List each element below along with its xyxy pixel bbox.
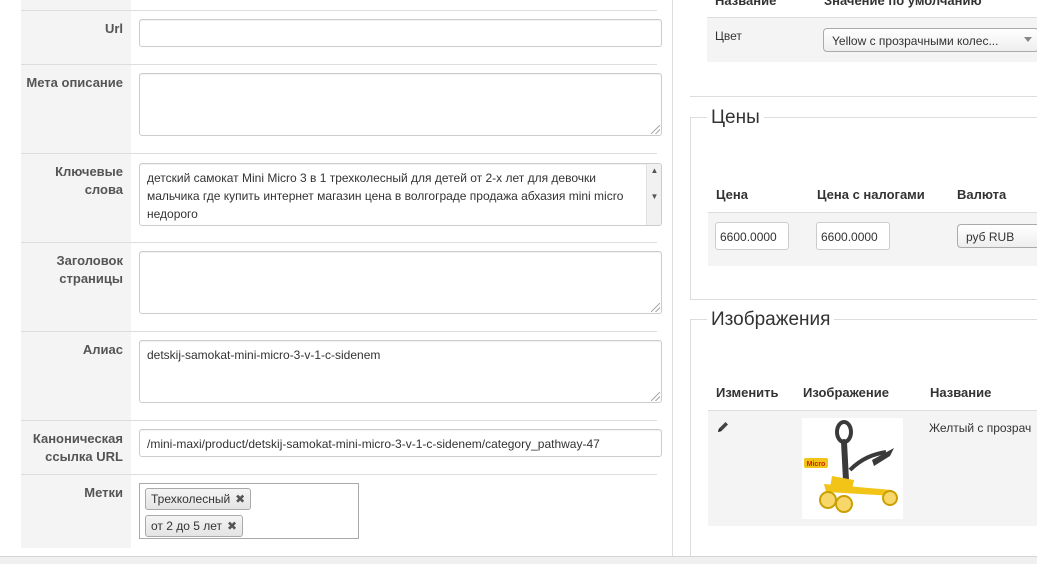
tag-chip: Трехколесный ✖ [145, 488, 252, 510]
tag-chip: от 2 до 5 лет ✖ [145, 515, 244, 537]
keywords-scrollbar[interactable]: ▲ ▼ [646, 164, 661, 225]
price-tax-input[interactable]: 6600.0000 [816, 222, 890, 250]
form-label-empty [21, 0, 131, 10]
form-row-top-partial [21, 0, 657, 10]
attributes-table: Название Значение по умолчанию Цвет Yell… [707, 0, 1037, 62]
attributes-divider [690, 96, 1037, 97]
form-row-keywords: Ключевые слова детский самокат Mini Micr… [21, 153, 662, 242]
form-row-meta: Мета описание [21, 64, 662, 153]
bottom-scrollbar[interactable] [0, 556, 1037, 564]
prices-row: 6600.0000 6600.0000 руб RUB [708, 212, 1037, 266]
attributes-table-header: Название Значение по умолчанию [707, 0, 1037, 18]
currency-select[interactable]: руб RUB [957, 224, 1037, 248]
product-thumbnail[interactable]: Micro [802, 418, 903, 519]
meta-description-textarea[interactable] [139, 73, 662, 136]
attribute-row-name: Цвет [715, 29, 742, 43]
form-row-page-title: Заголовок страницы [21, 242, 662, 331]
tags-input[interactable]: Трехколесный ✖ от 2 до 5 лет ✖ [139, 483, 359, 539]
resize-grip-icon[interactable] [651, 392, 660, 401]
resize-grip-icon[interactable] [651, 125, 660, 134]
form-row-url: Url [21, 10, 662, 64]
prices-fieldset: Цены Цена Цена с налогами Валюта 6600.00… [690, 106, 1037, 300]
price-input[interactable]: 6600.0000 [715, 222, 789, 250]
image-row-name: Желтый с прозрач [929, 421, 1032, 435]
product-meta-form: Url Мета описание Ключевые слова детский… [0, 0, 673, 556]
keywords-textarea[interactable]: детский самокат Mini Micro 3 в 1 трехкол… [139, 163, 662, 226]
images-fieldset: Изображения Изменить Изображение Названи… [690, 308, 1037, 559]
alias-value: detskij-samokat-mini-micro-3-v-1-c-siden… [147, 348, 381, 362]
page-title-textarea[interactable] [139, 251, 662, 314]
page-title-label: Заголовок страницы [21, 243, 131, 331]
scroll-down-icon[interactable]: ▼ [647, 190, 661, 204]
attributes-col-default: Значение по умолчанию [824, 0, 982, 8]
form-row-canonical: Каноническая ссылка URL /mini-maxi/produ… [21, 420, 662, 474]
thumb-brand-text: Micro [807, 461, 826, 468]
resize-grip-icon[interactable] [651, 303, 660, 312]
image-name-col-header: Название [930, 385, 992, 400]
scooter-image: Micro [804, 420, 898, 513]
attribute-value-selected: Yellow с прозрачными колес... [832, 34, 999, 48]
pencil-icon[interactable] [716, 420, 730, 434]
remove-tag-icon[interactable]: ✖ [227, 519, 237, 533]
form-row-alias: Алиас detskij-samokat-mini-micro-3-v-1-c… [21, 331, 662, 420]
attributes-col-name: Название [715, 0, 777, 8]
canonical-url-input[interactable]: /mini-maxi/product/detskij-samokat-mini-… [139, 429, 662, 457]
alias-label: Алиас [21, 332, 131, 420]
image-col-header: Изображение [803, 385, 889, 400]
url-label: Url [21, 11, 131, 64]
currency-selected: руб RUB [966, 230, 1015, 244]
keywords-label: Ключевые слова [21, 154, 131, 242]
canonical-url-label: Каноническая ссылка URL [21, 421, 131, 474]
tag-chip-label: Трехколесный [151, 492, 231, 506]
prices-legend: Цены [707, 106, 764, 130]
tag-chip-label: от 2 до 5 лет [151, 519, 223, 533]
attribute-value-select[interactable]: Yellow с прозрачными колес... [823, 28, 1037, 52]
scroll-up-icon[interactable]: ▲ [647, 164, 661, 178]
keywords-value: детский самокат Mini Micro 3 в 1 трехкол… [147, 171, 624, 221]
alias-textarea[interactable]: detskij-samokat-mini-micro-3-v-1-c-siden… [139, 340, 662, 403]
price-tax-col-header: Цена с налогами [817, 187, 925, 202]
form-row-tags: Метки Трехколесный ✖ от 2 до 5 лет ✖ [21, 474, 657, 548]
url-input[interactable] [139, 19, 662, 47]
image-edit-col-header: Изменить [716, 385, 779, 400]
tags-label: Метки [21, 475, 131, 548]
remove-tag-icon[interactable]: ✖ [235, 492, 245, 506]
price-col-header: Цена [716, 187, 748, 202]
images-legend: Изображения [707, 308, 835, 332]
image-row: Micro Желтый с прозрач [708, 410, 1037, 526]
right-panel: Название Значение по умолчанию Цвет Yell… [674, 0, 1037, 559]
chevron-down-icon [1024, 37, 1032, 42]
currency-col-header: Валюта [957, 187, 1007, 202]
meta-description-label: Мета описание [21, 65, 131, 153]
